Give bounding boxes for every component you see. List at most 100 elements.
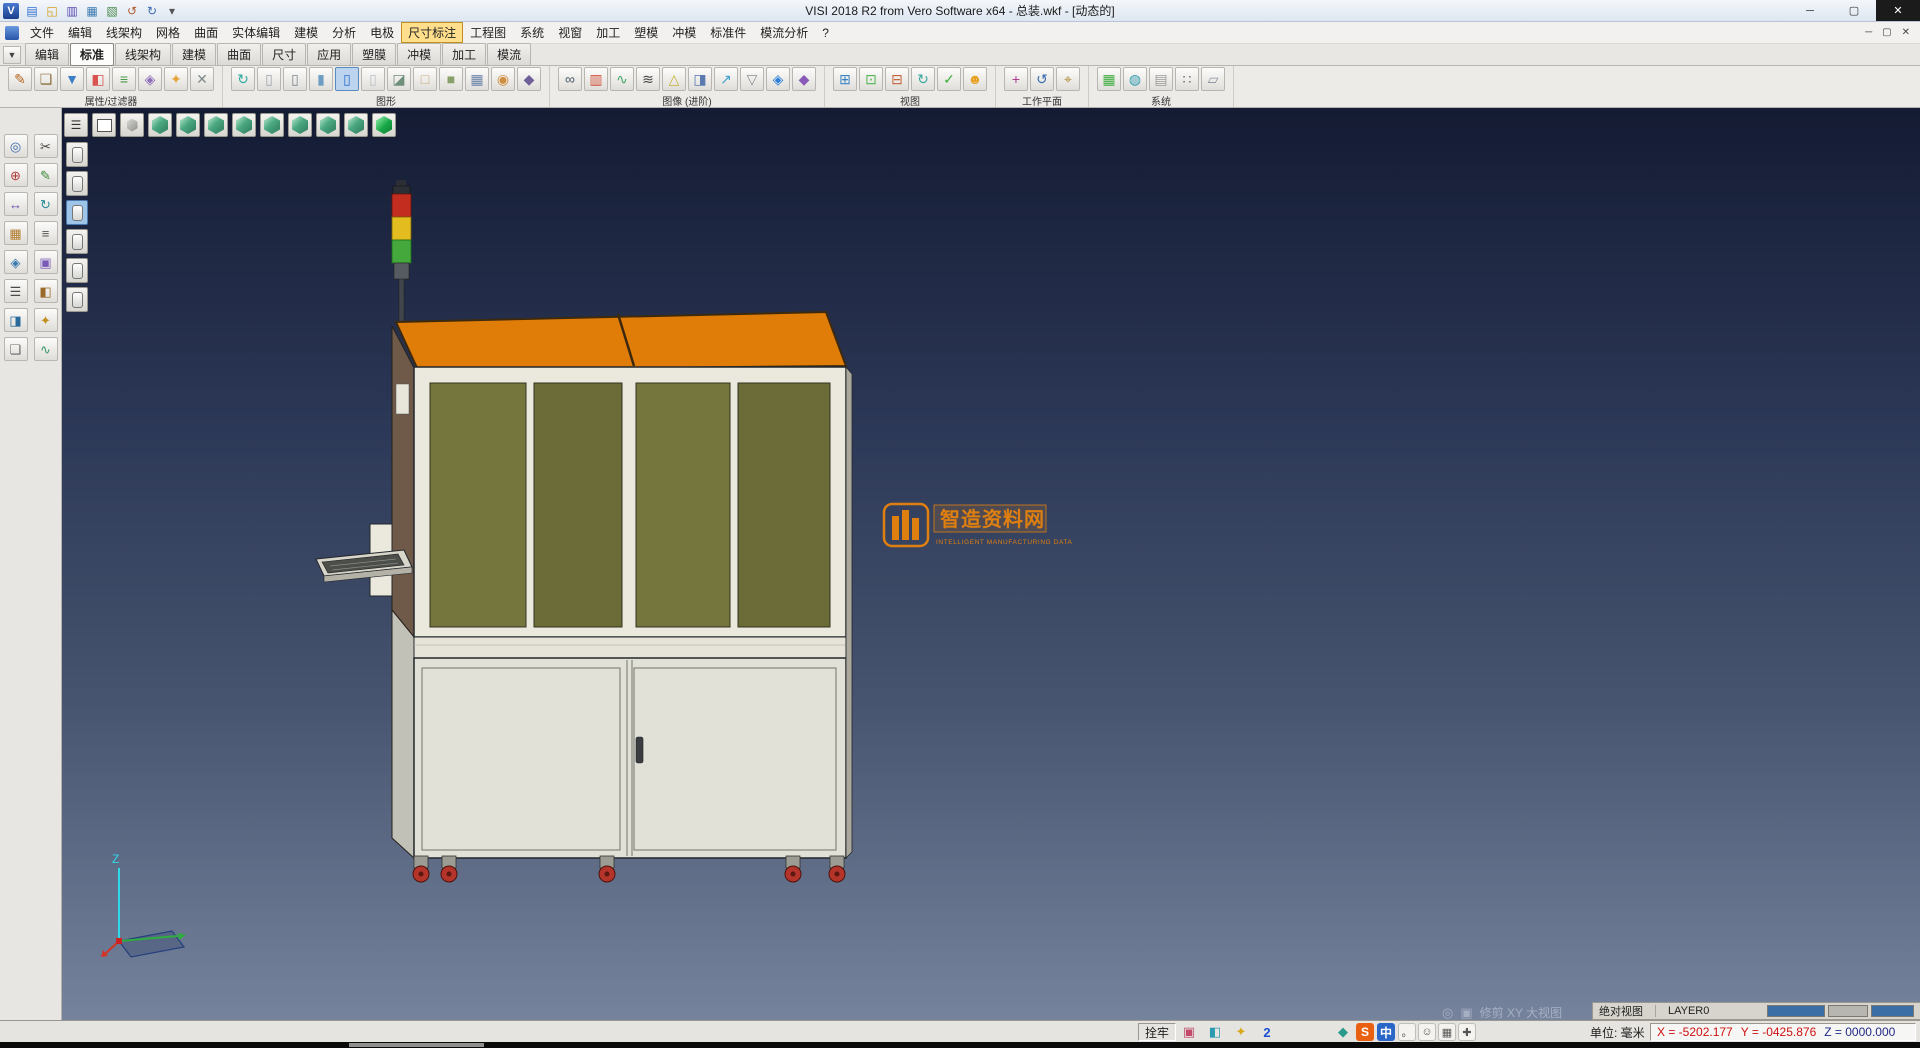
window-layout-icon[interactable]: ▦ bbox=[1097, 67, 1121, 91]
menu-item-网格[interactable]: 网格 bbox=[149, 22, 187, 43]
shade-status-icon[interactable]: ▣ bbox=[1180, 1023, 1198, 1041]
menu-item-冲模[interactable]: 冲模 bbox=[665, 22, 703, 43]
point-icon[interactable]: ⊕ bbox=[4, 163, 28, 187]
view-face-icon[interactable]: ☻ bbox=[963, 67, 987, 91]
gem-icon[interactable]: ◆ bbox=[792, 67, 816, 91]
ime-lang-toggle[interactable]: 中 bbox=[1377, 1023, 1395, 1041]
element-filter-icon[interactable]: ▼ bbox=[60, 67, 84, 91]
ime-tool-4[interactable]: ✚ bbox=[1458, 1023, 1476, 1041]
trim-icon[interactable]: ✂ bbox=[34, 134, 58, 158]
ghost-icon[interactable]: ▯ bbox=[361, 67, 385, 91]
ime-tool-3[interactable]: ▦ bbox=[1438, 1023, 1456, 1041]
shaded-icon[interactable]: ▮ bbox=[309, 67, 333, 91]
menu-item-实体编辑[interactable]: 实体编辑 bbox=[225, 22, 287, 43]
snap-lock-toggle[interactable]: 拴牢 bbox=[1138, 1023, 1176, 1041]
highlight-filter-icon[interactable]: ✦ bbox=[164, 67, 188, 91]
gem-select-icon[interactable]: ◈ bbox=[4, 250, 28, 274]
menu-item-系统[interactable]: 系统 bbox=[513, 22, 551, 43]
list-icon[interactable]: ≡ bbox=[34, 221, 58, 245]
half-shade-icon[interactable]: ◧ bbox=[34, 279, 58, 303]
move-icon[interactable]: ↔ bbox=[4, 192, 28, 216]
tab-建模[interactable]: 建模 bbox=[172, 43, 216, 66]
ime-sogou-logo[interactable]: S bbox=[1356, 1023, 1374, 1041]
layer-label[interactable]: LAYER0 bbox=[1668, 1005, 1709, 1017]
grid-snap-icon[interactable]: ∷ bbox=[1175, 67, 1199, 91]
color-swatch-3[interactable] bbox=[1871, 1005, 1914, 1017]
menu-item-文件[interactable]: 文件 bbox=[23, 22, 61, 43]
print-icon[interactable]: ▧ bbox=[102, 2, 122, 20]
menu-item-电极[interactable]: 电极 bbox=[363, 22, 401, 43]
light-status-icon[interactable]: ✦ bbox=[1232, 1023, 1250, 1041]
status-cube[interactable]: ◆ bbox=[1334, 1023, 1352, 1041]
curve-icon[interactable]: ∿ bbox=[34, 337, 58, 361]
menu-item-曲面[interactable]: 曲面 bbox=[187, 22, 225, 43]
box-texture-icon[interactable]: ▦ bbox=[465, 67, 489, 91]
stereo-icon[interactable]: ∞ bbox=[558, 67, 582, 91]
menu-item-加工[interactable]: 加工 bbox=[589, 22, 627, 43]
tab-应用[interactable]: 应用 bbox=[307, 43, 351, 66]
close-button[interactable]: ✕ bbox=[1876, 0, 1920, 21]
viewport-3d[interactable]: ☰ bbox=[62, 108, 1920, 1020]
menu-item-视窗[interactable]: 视窗 bbox=[551, 22, 589, 43]
zoom-all-icon[interactable]: ⊡ bbox=[859, 67, 883, 91]
menu-item-模流分析[interactable]: 模流分析 bbox=[753, 22, 815, 43]
section-top-icon[interactable]: ◨ bbox=[4, 308, 28, 332]
hidden-line-icon[interactable]: ▯ bbox=[283, 67, 307, 91]
save-all-icon[interactable]: ▦ bbox=[82, 2, 102, 20]
accept-icon[interactable]: ✓ bbox=[937, 67, 961, 91]
tab-尺寸[interactable]: 尺寸 bbox=[262, 43, 306, 66]
minimize-button[interactable]: ─ bbox=[1788, 0, 1832, 21]
spark-icon[interactable]: ✦ bbox=[34, 308, 58, 332]
transparent-icon[interactable]: ▯ bbox=[335, 67, 359, 91]
color-swatch-2[interactable] bbox=[1828, 1005, 1868, 1017]
zoom-select-icon[interactable]: ◎ bbox=[4, 134, 28, 158]
panel-icon[interactable]: ▣ bbox=[34, 250, 58, 274]
copy-attributes-icon[interactable]: ❏ bbox=[34, 67, 58, 91]
tab-线架构[interactable]: 线架构 bbox=[115, 43, 171, 66]
rotate-icon[interactable]: ↻ bbox=[34, 192, 58, 216]
mdi-minimize-icon[interactable]: ─ bbox=[1865, 27, 1872, 38]
mesh-icon[interactable]: ▦ bbox=[4, 221, 28, 245]
new-file-icon[interactable]: ▤ bbox=[22, 2, 42, 20]
render-icon[interactable]: ◉ bbox=[491, 67, 515, 91]
workplane-rotate-icon[interactable]: ↺ bbox=[1030, 67, 1054, 91]
menu-item-塑模[interactable]: 塑模 bbox=[627, 22, 665, 43]
redo-icon[interactable]: ↻ bbox=[142, 2, 162, 20]
dynamic-section-icon[interactable]: ◨ bbox=[688, 67, 712, 91]
workplane-create-icon[interactable]: + bbox=[1004, 67, 1028, 91]
layer-filter-icon[interactable]: ≡ bbox=[112, 67, 136, 91]
absolute-view-label[interactable]: 绝对视图 bbox=[1599, 1003, 1643, 1019]
cad-link-icon[interactable]: ▱ bbox=[1201, 67, 1225, 91]
undo-icon[interactable]: ↺ bbox=[122, 2, 142, 20]
tab-冲模[interactable]: 冲模 bbox=[397, 43, 441, 66]
box-wire-icon[interactable]: □ bbox=[413, 67, 437, 91]
curvature-icon[interactable]: ∿ bbox=[610, 67, 634, 91]
zoom-previous-icon[interactable]: ⊟ bbox=[885, 67, 909, 91]
section-icon[interactable]: ◪ bbox=[387, 67, 411, 91]
tab-编辑[interactable]: 编辑 bbox=[25, 43, 69, 66]
mdi-restore-icon[interactable]: ▢ bbox=[1882, 27, 1891, 38]
material-icon[interactable]: ◆ bbox=[517, 67, 541, 91]
more-dropdown-icon[interactable]: ▾ bbox=[162, 2, 182, 20]
ime-tool-2[interactable]: ☺ bbox=[1418, 1023, 1436, 1041]
match-properties-icon[interactable]: ✎ bbox=[8, 67, 32, 91]
compare-icon[interactable]: ↗ bbox=[714, 67, 738, 91]
clear-filter-icon[interactable]: ✕ bbox=[190, 67, 214, 91]
ime-tool-1[interactable]: 。 bbox=[1398, 1023, 1416, 1041]
zoom-window-icon[interactable]: ⊞ bbox=[833, 67, 857, 91]
tab-塑膜[interactable]: 塑膜 bbox=[352, 43, 396, 66]
histogram-icon[interactable]: ▥ bbox=[584, 67, 608, 91]
menu-item-分析[interactable]: 分析 bbox=[325, 22, 363, 43]
texture-status-icon[interactable]: ◧ bbox=[1206, 1023, 1224, 1041]
color-swatch-1[interactable] bbox=[1767, 1005, 1825, 1017]
menu-item-建模[interactable]: 建模 bbox=[287, 22, 325, 43]
tab-曲面[interactable]: 曲面 bbox=[217, 43, 261, 66]
menu-item-线架构[interactable]: 线架构 bbox=[99, 22, 149, 43]
tab-标准[interactable]: 标准 bbox=[70, 43, 114, 66]
menu-item-尺寸标注[interactable]: 尺寸标注 bbox=[401, 22, 463, 43]
draft-analysis-icon[interactable]: △ bbox=[662, 67, 686, 91]
box-shaded-icon[interactable]: ■ bbox=[439, 67, 463, 91]
menu-item-标准件[interactable]: 标准件 bbox=[703, 22, 753, 43]
globe-icon[interactable]: ◍ bbox=[1123, 67, 1147, 91]
flow-icon[interactable]: ◈ bbox=[766, 67, 790, 91]
